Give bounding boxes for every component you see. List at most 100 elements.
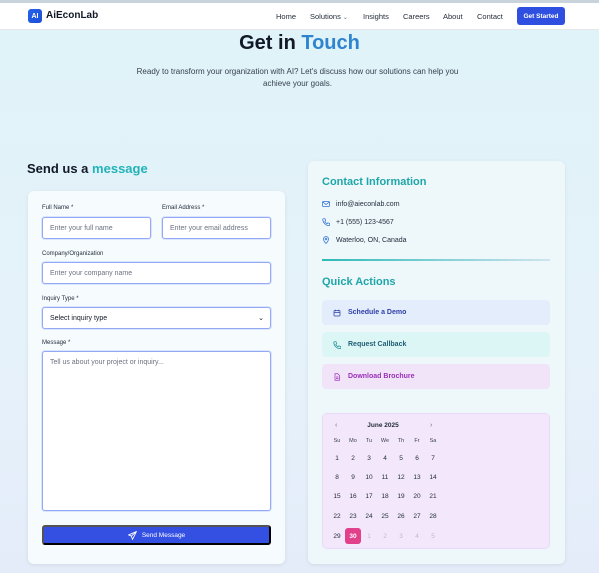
nav-link-contact[interactable]: Contact [477, 12, 503, 21]
calendar-day[interactable]: 3 [361, 450, 377, 466]
calendar-day[interactable]: 18 [377, 488, 393, 504]
form-heading-accent: message [92, 161, 148, 176]
calendar-day[interactable]: 6 [409, 450, 425, 466]
page-title-accent: Touch [301, 32, 360, 54]
page-title-plain: Get in [239, 32, 296, 54]
nav-link-solutions-label: Solutions [310, 12, 341, 21]
form-heading-plain: Send us a [27, 161, 89, 176]
calendar-day[interactable]: 8 [329, 469, 345, 485]
contact-info-title: Contact Information [322, 176, 427, 188]
calendar-weekday: Th [397, 438, 405, 444]
nav-link-home[interactable]: Home [276, 12, 296, 21]
message-textarea[interactable]: Tell us about your project or inquiry... [42, 351, 271, 511]
full-name-label: Full Name * [42, 205, 74, 211]
contact-phone-row: +1 (555) 123-4567 [322, 218, 394, 226]
calendar-weekday: Fr [414, 438, 420, 444]
inquiry-type-label: Inquiry Type * [42, 296, 79, 302]
phone-icon [322, 218, 330, 226]
calendar-weekday: Tu [365, 438, 373, 444]
contact-email-row: info@aieconlab.com [322, 200, 400, 208]
calendar-day[interactable]: 23 [345, 508, 361, 524]
calendar-day[interactable]: 16 [345, 488, 361, 504]
mini-calendar: ‹ June 2025 › Su Mo Tu We Th Fr Sa 1 2 3 4 5 6 7 8 9 10 1… [322, 413, 550, 549]
mail-icon [322, 201, 330, 207]
calendar-day[interactable]: 27 [409, 508, 425, 524]
email-label: Email Address * [162, 205, 205, 211]
calendar-day[interactable]: 13 [409, 469, 425, 485]
calendar-day[interactable]: 5 [425, 528, 441, 544]
calendar-day[interactable]: 15 [329, 488, 345, 504]
phone-callback-icon [333, 340, 341, 349]
calendar-day[interactable]: 24 [361, 508, 377, 524]
calendar-day[interactable]: 17 [361, 488, 377, 504]
nav-link-careers[interactable]: Careers [403, 12, 430, 21]
nav-link-about[interactable]: About [443, 12, 463, 21]
brand-name[interactable]: AiEconLab [46, 10, 98, 21]
inquiry-type-select[interactable]: Select inquiry type ⌄ [42, 307, 271, 329]
schedule-demo-label: Schedule a Demo [348, 309, 407, 316]
calendar-day[interactable]: 25 [377, 508, 393, 524]
contact-location-row: Waterloo, ON, Canada [322, 236, 407, 244]
calendar-day[interactable]: 10 [361, 469, 377, 485]
calendar-weekday: We [380, 438, 390, 444]
form-heading: Send us a message [27, 161, 148, 176]
full-name-field[interactable]: Enter your full name [42, 217, 151, 239]
message-label: Message * [42, 340, 71, 346]
calendar-day[interactable]: 14 [425, 469, 441, 485]
schedule-demo-button[interactable]: Schedule a Demo [322, 300, 550, 325]
calendar-day[interactable]: 21 [425, 488, 441, 504]
calendar-day[interactable]: 19 [393, 488, 409, 504]
section-divider [322, 259, 550, 261]
nav-link-insights[interactable]: Insights [363, 12, 389, 21]
calendar-day[interactable]: 7 [425, 450, 441, 466]
contact-email[interactable]: info@aieconlab.com [336, 201, 400, 208]
top-navigation: AI AiEconLab Home Solutions ⌄ Insights Ca… [0, 3, 599, 30]
calendar-day[interactable]: 26 [393, 508, 409, 524]
calendar-day[interactable]: 4 [409, 528, 425, 544]
calendar-day[interactable]: 20 [409, 488, 425, 504]
calendar-month-label: June 2025 [367, 422, 399, 429]
chevron-down-icon: ⌄ [342, 15, 348, 21]
calendar-weekday: Mo [349, 438, 357, 444]
contact-phone[interactable]: +1 (555) 123-4567 [336, 219, 394, 226]
quick-actions-title: Quick Actions [322, 276, 396, 288]
page-subtitle: Ready to transform your organization wit… [136, 67, 459, 88]
request-callback-button[interactable]: Request Callback [322, 332, 550, 357]
calendar-day[interactable]: 5 [393, 450, 409, 466]
inquiry-type-value: Select inquiry type [50, 314, 108, 322]
company-field[interactable]: Enter your company name [42, 262, 271, 284]
send-icon [127, 530, 137, 540]
calendar-day[interactable]: 22 [329, 508, 345, 524]
calendar-day[interactable]: 30 [345, 528, 361, 544]
send-message-button[interactable]: Send Message [42, 525, 271, 545]
calendar-day[interactable]: 11 [377, 469, 393, 485]
download-brochure-label: Download Brochure [348, 373, 415, 380]
calendar-day[interactable]: 1 [329, 450, 345, 466]
calendar-weekday: Sa [429, 438, 437, 444]
page-title: Get in Touch [0, 32, 599, 55]
calendar-day[interactable]: 2 [345, 450, 361, 466]
calendar-day[interactable]: 2 [377, 528, 393, 544]
nav-link-solutions[interactable]: Solutions ⌄ [310, 12, 348, 21]
calendar-weekday: Su [333, 438, 341, 444]
contact-location: Waterloo, ON, Canada [336, 236, 407, 244]
calendar-day[interactable]: 29 [329, 528, 345, 544]
calendar-next-icon[interactable]: › [430, 422, 432, 429]
company-label: Company/Organization [42, 251, 104, 257]
calendar-day[interactable]: 9 [345, 469, 361, 485]
document-icon [334, 372, 340, 381]
calendar-day[interactable]: 12 [393, 469, 409, 485]
chevron-down-icon: ⌄ [258, 315, 264, 322]
request-callback-label: Request Callback [348, 341, 407, 348]
download-brochure-button[interactable]: Download Brochure [322, 364, 550, 389]
calendar-day[interactable]: 1 [361, 528, 377, 544]
calendar-icon [333, 309, 341, 316]
send-message-label: Send Message [141, 531, 186, 539]
calendar-day[interactable]: 28 [425, 508, 441, 524]
logo-icon[interactable]: AI [28, 9, 42, 23]
calendar-day[interactable]: 4 [377, 450, 393, 466]
get-started-button[interactable]: Get Started [517, 7, 565, 25]
location-pin-icon [323, 236, 329, 244]
calendar-day[interactable]: 3 [393, 528, 409, 544]
email-field[interactable]: Enter your email address [162, 217, 271, 239]
